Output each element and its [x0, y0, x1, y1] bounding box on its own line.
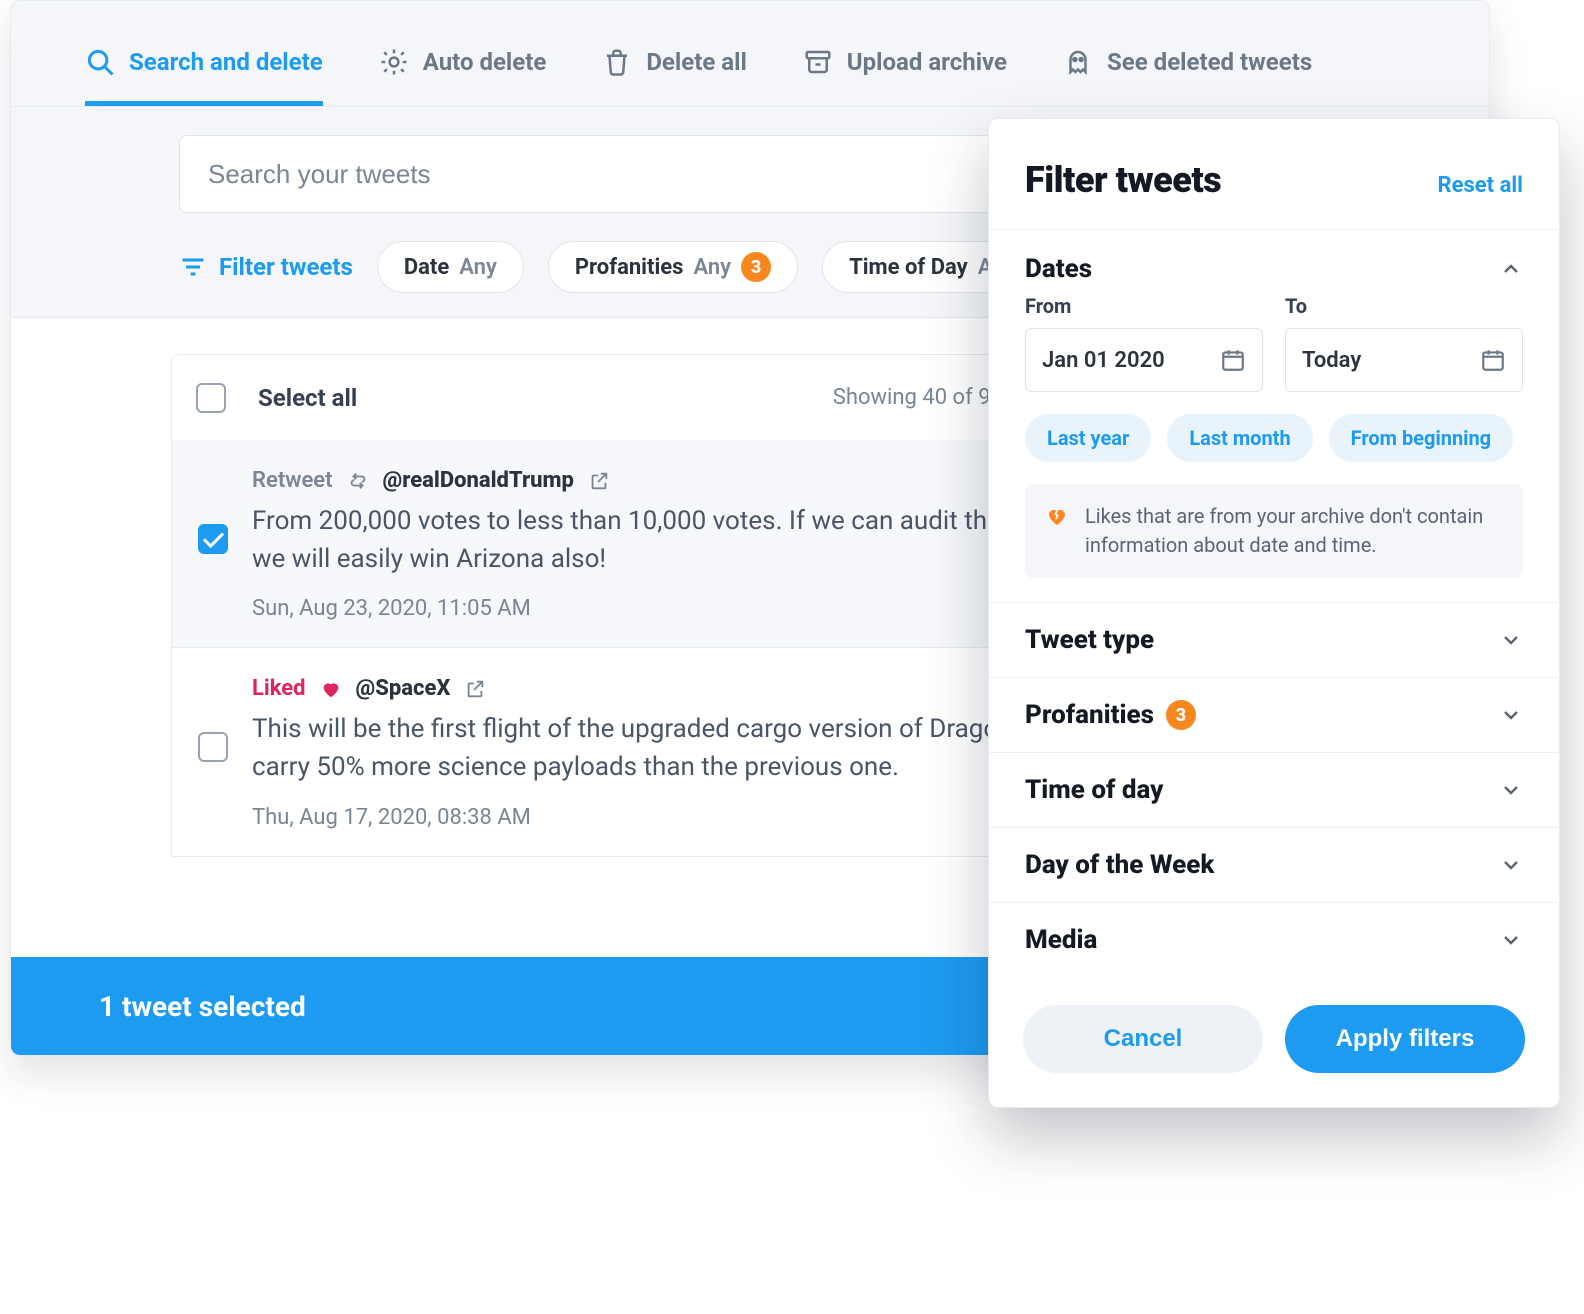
chip-badge: 3 [741, 252, 771, 282]
gear-icon [379, 47, 409, 77]
section-title: Time of day [1025, 775, 1163, 805]
chevron-down-icon [1499, 703, 1523, 727]
section-title: Day of the Week [1025, 850, 1214, 880]
section-title: Media [1025, 925, 1097, 955]
chip-label: Date [404, 255, 449, 280]
tab-see-deleted[interactable]: See deleted tweets [1063, 47, 1312, 106]
filter-panel-title: Filter tweets [1025, 159, 1221, 201]
profanities-badge: 3 [1166, 700, 1196, 730]
archive-date-note: Likes that are from your archive don't c… [1025, 484, 1523, 578]
heart-break-icon [1045, 504, 1069, 528]
retweet-icon [347, 470, 369, 492]
reset-all-button[interactable]: Reset all [1438, 173, 1524, 198]
chevron-up-icon [1499, 257, 1523, 281]
external-link-icon[interactable] [464, 678, 486, 700]
date-to-input[interactable]: Today [1285, 328, 1523, 392]
section-title: Tweet type [1025, 625, 1154, 655]
tab-label: Delete all [646, 48, 746, 76]
tab-auto-delete[interactable]: Auto delete [379, 47, 547, 106]
cancel-button[interactable]: Cancel [1023, 1005, 1263, 1073]
chevron-down-icon [1499, 853, 1523, 877]
section-tweet-type: Tweet type [989, 602, 1559, 677]
heart-icon [320, 678, 342, 700]
section-media: Media [989, 902, 1559, 977]
chip-value: Any [693, 255, 731, 280]
section-day-of-week: Day of the Week [989, 827, 1559, 902]
chip-value: Any [459, 255, 497, 280]
section-dates-title: Dates [1025, 254, 1092, 284]
tab-search-and-delete[interactable]: Search and delete [85, 47, 323, 106]
tweet-checkbox[interactable] [198, 524, 228, 554]
calendar-icon [1220, 347, 1246, 373]
ghost-icon [1063, 47, 1093, 77]
quick-last-year[interactable]: Last year [1025, 414, 1151, 462]
from-label: From [1025, 294, 1263, 318]
filter-icon [179, 253, 207, 281]
section-tweet-type-toggle[interactable]: Tweet type [1025, 625, 1523, 655]
selection-count: 1 tweet selected [99, 990, 306, 1023]
quick-last-month[interactable]: Last month [1167, 414, 1312, 462]
section-dates-toggle[interactable]: Dates [1025, 254, 1523, 284]
date-from-input[interactable]: Jan 01 2020 [1025, 328, 1263, 392]
section-profanities: Profanities 3 [989, 677, 1559, 752]
section-profanities-toggle[interactable]: Profanities 3 [1025, 700, 1523, 730]
section-title: Profanities 3 [1025, 700, 1196, 730]
chip-label: Profanities [575, 255, 684, 280]
date-to-value: Today [1302, 348, 1361, 373]
select-all-checkbox[interactable] [196, 383, 226, 413]
archive-icon [803, 47, 833, 77]
chevron-down-icon [1499, 928, 1523, 952]
apply-filters-button[interactable]: Apply filters [1285, 1005, 1525, 1073]
section-dates: Dates From Jan 01 2020 [989, 229, 1559, 602]
filter-panel: Filter tweets Reset all Dates From Jan 0… [988, 118, 1560, 1108]
chip-profanities[interactable]: Profanities Any 3 [548, 241, 798, 293]
filter-tweets-button[interactable]: Filter tweets [179, 253, 353, 281]
tweet-handle: @realDonaldTrump [383, 468, 574, 493]
tweet-kind: Retweet [252, 468, 333, 493]
quick-from-beginning[interactable]: From beginning [1329, 414, 1513, 462]
date-from-value: Jan 01 2020 [1042, 348, 1165, 373]
section-time-of-day-toggle[interactable]: Time of day [1025, 775, 1523, 805]
chip-date[interactable]: Date Any [377, 241, 524, 293]
external-link-icon[interactable] [588, 470, 610, 492]
tab-label: See deleted tweets [1107, 48, 1312, 76]
filter-trigger-label: Filter tweets [219, 253, 353, 281]
tweet-handle: @SpaceX [356, 676, 451, 701]
section-media-toggle[interactable]: Media [1025, 925, 1523, 955]
tweet-kind: Liked [252, 676, 306, 701]
tweet-checkbox[interactable] [198, 732, 228, 762]
chevron-down-icon [1499, 778, 1523, 802]
tab-label: Upload archive [847, 48, 1007, 76]
to-label: To [1285, 294, 1523, 318]
chip-label: Time of Day [849, 255, 968, 280]
tab-label: Search and delete [129, 48, 323, 76]
select-all-label: Select all [258, 384, 357, 412]
section-day-of-week-toggle[interactable]: Day of the Week [1025, 850, 1523, 880]
chevron-down-icon [1499, 628, 1523, 652]
trash-icon [602, 47, 632, 77]
section-time-of-day: Time of day [989, 752, 1559, 827]
search-icon [85, 47, 115, 77]
note-text: Likes that are from your archive don't c… [1085, 502, 1503, 560]
tab-bar: Search and delete Auto delete Delete all… [11, 1, 1489, 107]
tab-label: Auto delete [423, 48, 547, 76]
tab-delete-all[interactable]: Delete all [602, 47, 746, 106]
tab-upload-archive[interactable]: Upload archive [803, 47, 1007, 106]
calendar-icon [1480, 347, 1506, 373]
